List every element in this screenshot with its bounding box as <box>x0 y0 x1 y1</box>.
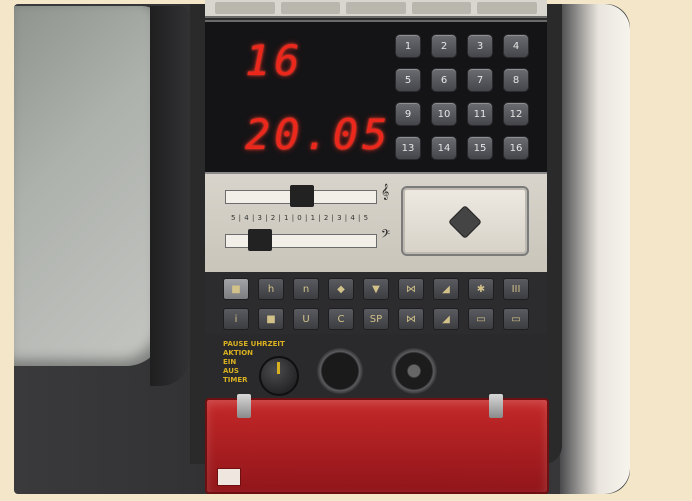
function-key[interactable]: ▭ <box>468 308 494 330</box>
function-key[interactable]: ✱ <box>468 278 494 300</box>
top-button-strip <box>205 0 547 18</box>
channel-key-13[interactable]: 13 <box>395 136 421 160</box>
function-key[interactable]: i <box>223 308 249 330</box>
red-cover-flap[interactable] <box>205 394 549 494</box>
top-button[interactable] <box>215 2 275 14</box>
channel-key-11[interactable]: 11 <box>467 102 493 126</box>
top-button[interactable] <box>346 2 406 14</box>
function-row-2: i ■ U C SP ⋈ ◢ ▭ ▭ <box>223 308 529 330</box>
function-key[interactable]: ◢ <box>433 278 459 300</box>
function-key[interactable]: ■ <box>223 278 249 300</box>
function-key[interactable]: ⋈ <box>398 308 424 330</box>
channel-key-7[interactable]: 7 <box>467 68 493 92</box>
flap-latch[interactable] <box>217 468 241 486</box>
timer-rotary-knob[interactable] <box>259 356 299 396</box>
treble-clef-icon: 𝄞 <box>381 184 390 200</box>
channel-key-5[interactable]: 5 <box>395 68 421 92</box>
treble-slider[interactable] <box>225 185 377 207</box>
function-key[interactable]: ▼ <box>363 278 389 300</box>
channel-key-10[interactable]: 10 <box>431 102 457 126</box>
function-key[interactable]: ◢ <box>433 308 459 330</box>
time-display: 20.05 <box>245 110 392 159</box>
led-display-section: 16 20.05 1 2 3 4 5 6 7 8 9 10 11 12 13 1… <box>205 20 547 174</box>
channel-keypad: 1 2 3 4 5 6 7 8 9 10 11 12 13 14 15 16 <box>395 34 535 164</box>
channel-display: 16 <box>245 36 304 85</box>
function-key[interactable]: ⋈ <box>398 278 424 300</box>
channel-key-1[interactable]: 1 <box>395 34 421 58</box>
function-key[interactable]: n <box>293 278 319 300</box>
treble-slider-handle[interactable] <box>290 185 314 207</box>
flap-hinge-right <box>489 394 503 418</box>
tone-control-section: 5 | 4 | 3 | 2 | 1 | 0 | 1 | 2 | 3 | 4 | … <box>205 172 547 274</box>
top-button[interactable] <box>411 2 472 14</box>
function-key[interactable]: III <box>503 278 529 300</box>
function-key[interactable]: SP <box>363 308 389 330</box>
function-key[interactable]: C <box>328 308 354 330</box>
channel-key-3[interactable]: 3 <box>467 34 493 58</box>
bass-slider-handle[interactable] <box>248 229 272 251</box>
channel-key-12[interactable]: 12 <box>503 102 529 126</box>
control-panel: 16 20.05 1 2 3 4 5 6 7 8 9 10 11 12 13 1… <box>205 0 547 420</box>
channel-key-4[interactable]: 4 <box>503 34 529 58</box>
channel-key-16[interactable]: 16 <box>503 136 529 160</box>
function-key[interactable]: ◆ <box>328 278 354 300</box>
bass-slider[interactable] <box>225 229 377 251</box>
channel-key-6[interactable]: 6 <box>431 68 457 92</box>
uhrzeit-label: UHRZEIT <box>250 340 285 348</box>
tv-right-rim <box>560 4 630 494</box>
channel-key-2[interactable]: 2 <box>431 34 457 58</box>
function-key[interactable]: h <box>258 278 284 300</box>
screen-bezel <box>150 6 190 386</box>
channel-key-14[interactable]: 14 <box>431 136 457 160</box>
function-key[interactable]: U <box>293 308 319 330</box>
tone-scale: 5 | 4 | 3 | 2 | 1 | 0 | 1 | 2 | 3 | 4 | … <box>231 214 369 222</box>
pause-label: PAUSE <box>223 340 249 348</box>
bass-clef-icon: 𝄢 <box>381 228 391 244</box>
top-button[interactable] <box>280 2 341 14</box>
function-key[interactable]: ■ <box>258 308 284 330</box>
channel-key-15[interactable]: 15 <box>467 136 493 160</box>
function-row-1: ■ h n ◆ ▼ ⋈ ◢ ✱ III <box>223 278 529 300</box>
function-key[interactable]: ▭ <box>503 308 529 330</box>
flap-hinge-left <box>237 394 251 418</box>
cassette-door[interactable] <box>401 186 529 256</box>
eject-knob-icon[interactable] <box>448 205 482 239</box>
din-socket-icon[interactable] <box>317 348 363 394</box>
channel-key-8[interactable]: 8 <box>503 68 529 92</box>
function-button-section: ■ h n ◆ ▼ ⋈ ◢ ✱ III i ■ U C SP ⋈ ◢ ▭ ▭ <box>205 272 547 334</box>
channel-key-9[interactable]: 9 <box>395 102 421 126</box>
tv-screen <box>14 6 164 366</box>
headphone-socket-icon[interactable] <box>391 348 437 394</box>
top-button[interactable] <box>477 2 537 14</box>
